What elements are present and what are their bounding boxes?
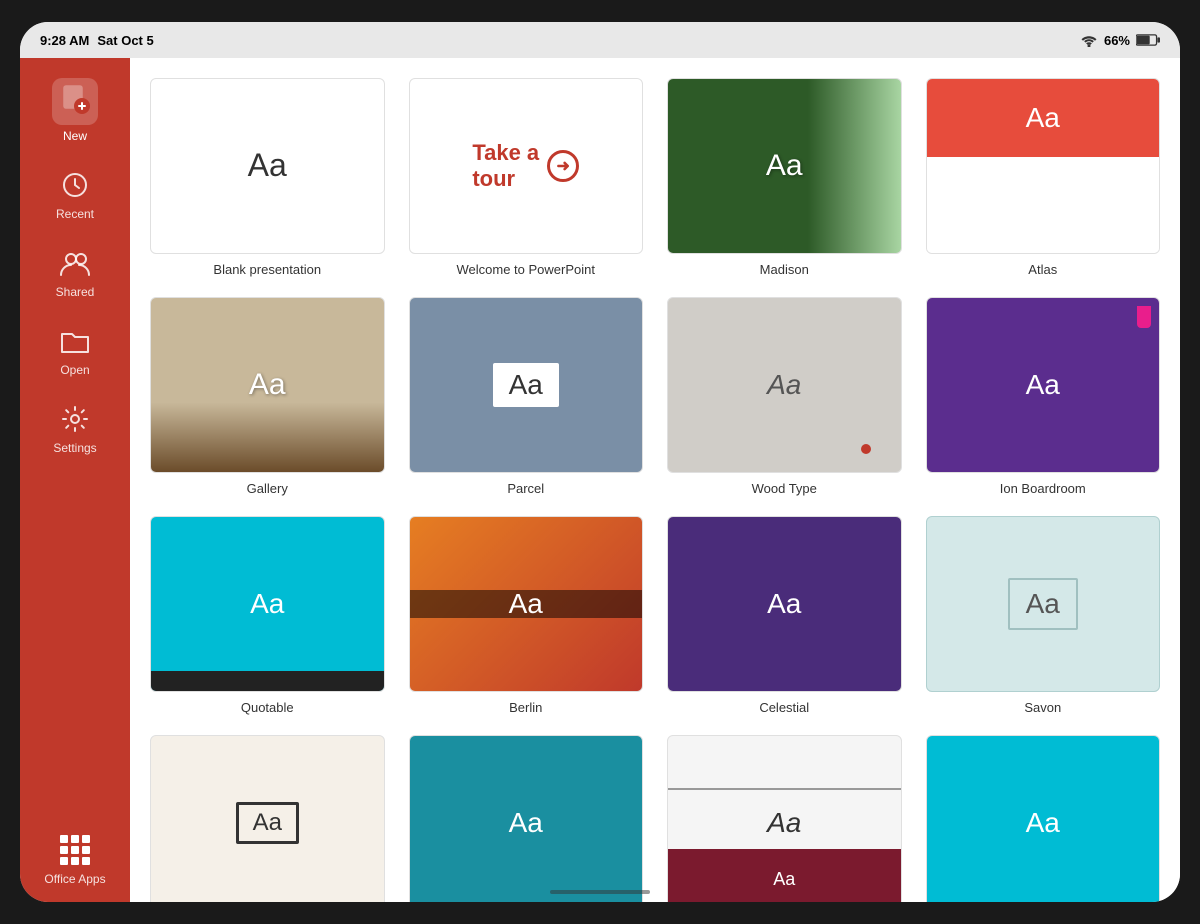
templates-grid: Aa Blank presentation Take a tour ➜ [150,78,1160,902]
template-woodtype[interactable]: Aa Wood Type [667,297,902,496]
template-thumb-quotable: Aa [150,516,385,692]
template-name-atlas: Atlas [1028,262,1057,277]
template-name-ionboardroom: Ion Boardroom [1000,481,1086,496]
sidebar-open-label: Open [60,363,89,377]
battery-icon [1136,34,1160,46]
template-name-savon: Savon [1024,700,1061,715]
sidebar-shared-label: Shared [56,285,95,299]
template-thumb-savon: Aa [926,516,1161,692]
template-circuit[interactable]: Aa Circuit [409,735,644,902]
template-berlin[interactable]: Aa Berlin [409,516,644,715]
sidebar-item-office-apps[interactable]: Office Apps [20,820,130,890]
template-name-gallery: Gallery [247,481,288,496]
sidebar-item-shared[interactable]: Shared [20,233,130,311]
template-thumb-ionboardroom: Aa [926,297,1161,473]
status-bar-right: 66% [1080,33,1160,48]
new-icon-bg [52,78,98,125]
tour-line2: tour [472,166,515,191]
wifi-icon [1080,33,1098,47]
template-quotable[interactable]: Aa Quotable [150,516,385,715]
template-tour[interactable]: Take a tour ➜ Welcome to PowerPoint [409,78,644,277]
tour-arrow-icon: ➜ [547,150,579,182]
template-frame[interactable]: Aa Frame [926,735,1161,902]
new-document-icon [60,84,90,114]
template-name-celestial: Celestial [759,700,809,715]
template-thumb-circuit: Aa [409,735,644,902]
template-thumb-gallery: Aa [150,297,385,473]
status-bar: 9:28 AM Sat Oct 5 66% [20,22,1180,58]
template-crop[interactable]: Aa Crop [150,735,385,902]
template-ionboardroom[interactable]: Aa Ion Boardroom [926,297,1161,496]
template-thumb-tour: Take a tour ➜ [409,78,644,254]
sidebar-settings-label: Settings [53,441,96,455]
template-thumb-parcel: Aa [409,297,644,473]
template-thumb-dividend: Aa Aa [667,735,902,902]
template-thumb-celestial: Aa [667,516,902,692]
shared-icon [54,245,96,281]
template-madison[interactable]: Aa Madison [667,78,902,277]
template-thumb-crop: Aa [150,735,385,902]
templates-content: Aa Blank presentation Take a tour ➜ [130,58,1180,902]
home-indicator [550,890,650,894]
template-thumb-madison: Aa [667,78,902,254]
settings-icon [54,401,96,437]
template-name-berlin: Berlin [509,700,542,715]
template-thumb-frame: Aa [926,735,1161,902]
sidebar-new-label: New [63,129,87,143]
template-atlas[interactable]: Aa Atlas [926,78,1161,277]
template-name-quotable: Quotable [241,700,294,715]
template-thumb-berlin: Aa [409,516,644,692]
sidebar-item-new[interactable]: New [20,66,130,155]
template-name-madison: Madison [760,262,809,277]
template-savon[interactable]: Aa Savon [926,516,1161,715]
sidebar-office-apps-label: Office Apps [44,872,105,886]
template-name-blank: Blank presentation [213,262,321,277]
ipad-device: 9:28 AM Sat Oct 5 66% [20,22,1180,902]
app-container: New Recent [20,58,1180,902]
battery-display: 66% [1104,33,1130,48]
template-thumb-atlas: Aa [926,78,1161,254]
sidebar-item-settings[interactable]: Settings [20,389,130,467]
tour-line1: Take a [472,140,539,165]
sidebar-item-open[interactable]: Open [20,311,130,389]
template-gallery[interactable]: Aa Gallery [150,297,385,496]
template-dividend[interactable]: Aa Aa Dividend [667,735,902,902]
template-celestial[interactable]: Aa Celestial [667,516,902,715]
sidebar-bottom: Office Apps [20,820,130,902]
sidebar-item-recent[interactable]: Recent [20,155,130,233]
time-display: 9:28 AM [40,33,89,48]
sidebar: New Recent [20,58,130,902]
template-name-woodtype: Wood Type [752,481,817,496]
template-parcel[interactable]: Aa Parcel [409,297,644,496]
template-blank[interactable]: Aa Blank presentation [150,78,385,277]
date-display: Sat Oct 5 [97,33,153,48]
office-apps-icon [54,832,96,868]
template-name-tour: Welcome to PowerPoint [457,262,596,277]
recent-icon [54,167,96,203]
template-thumb-woodtype: Aa [667,297,902,473]
template-thumb-blank: Aa [150,78,385,254]
open-icon [54,323,96,359]
sidebar-recent-label: Recent [56,207,94,221]
template-name-parcel: Parcel [507,481,544,496]
status-bar-left: 9:28 AM Sat Oct 5 [40,33,154,48]
